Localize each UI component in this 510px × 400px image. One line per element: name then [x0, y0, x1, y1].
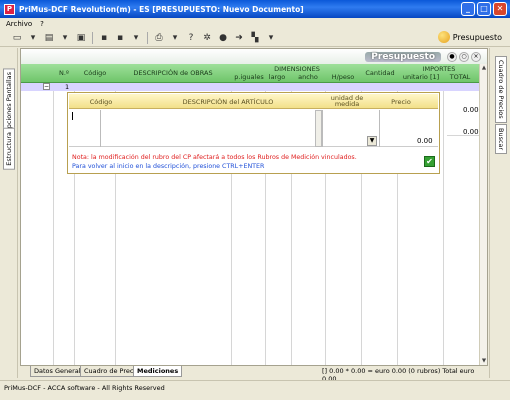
col-total[interactable]: TOTAL — [445, 73, 475, 81]
tab-opciones-pantallas[interactable]: Opciones Pantallas — [3, 68, 15, 138]
table-row[interactable]: − 1 — [21, 83, 479, 91]
close-button[interactable]: ✕ — [493, 2, 507, 16]
maximize-button[interactable]: □ — [477, 2, 491, 16]
col-importes: IMPORTES — [422, 65, 456, 73]
confirm-check-button[interactable]: ✔ — [424, 156, 435, 167]
grid-line — [379, 110, 380, 147]
dropdown-arrow-icon[interactable]: ▾ — [26, 31, 40, 45]
app-icon: P — [4, 3, 15, 15]
article-col-unidad: unidad de medida — [330, 94, 364, 108]
row-total-value: 0.00 — [463, 106, 479, 114]
panel-close-icon[interactable]: × — [471, 51, 481, 62]
tab-buscar[interactable]: Buscar — [495, 124, 507, 155]
grid-line — [443, 83, 444, 365]
text-cursor — [72, 112, 73, 120]
info-icon[interactable]: ● — [216, 31, 230, 45]
menu-archivo[interactable]: Archivo — [6, 20, 32, 28]
tools-icon[interactable]: ✲ — [200, 31, 214, 45]
row-separator — [447, 135, 479, 136]
tab-estructura[interactable]: Estructura — [3, 128, 15, 170]
article-col-codigo: Código — [89, 98, 113, 106]
new-document-icon[interactable]: ▭ — [10, 31, 24, 45]
note-hint: Para volver al inicio en la descripción,… — [72, 163, 265, 170]
description-scrollbar[interactable] — [315, 110, 322, 147]
col-ancho[interactable]: ancho — [295, 73, 321, 81]
dropdown-arrow-icon[interactable]: ▾ — [129, 31, 143, 45]
arrow-icon[interactable]: ➜ — [232, 31, 246, 45]
windows-icon[interactable]: ▚ — [248, 31, 262, 45]
menu-help[interactable]: ? — [40, 20, 44, 28]
status-bar: PriMus-DCF - ACCA software - All Rights … — [0, 380, 510, 400]
article-price-value[interactable]: 0.00 — [417, 137, 433, 145]
note-warning: Nota: la modificación del rubro del CP a… — [72, 154, 357, 161]
col-p-iguales[interactable]: p.iguales — [233, 73, 265, 81]
presupuesto-indicator-label: Presupuesto — [452, 32, 502, 42]
column-header: N.º Código DESCRIPCIÓN de OBRAS DIMENSIO… — [21, 64, 479, 83]
window-title: PriMus-DCF Revolution(m) - ES [PRESUPUES… — [19, 4, 304, 14]
right-rail: Cuadro de Precios Buscar — [489, 48, 510, 378]
save-icon[interactable]: ▪ — [97, 31, 111, 45]
window-controls: _ □ ✕ — [461, 2, 507, 16]
col-num[interactable]: N.º — [55, 69, 73, 77]
vertical-scrollbar[interactable]: ▲ ▼ — [479, 64, 487, 365]
col-dimensiones: DIMENSIONES — [274, 65, 320, 73]
grid-line — [322, 110, 323, 147]
dropdown-arrow-icon[interactable]: ▾ — [264, 31, 278, 45]
grid-line — [100, 110, 101, 147]
scroll-up-icon[interactable]: ▲ — [480, 64, 488, 72]
panel-header: Presupuesto ● ○ × — [21, 49, 487, 64]
panel-options-icon[interactable]: ● — [447, 51, 457, 62]
row-number: 1 — [65, 83, 70, 91]
col-descripcion[interactable]: DESCRIPCIÓN de OBRAS — [117, 69, 229, 77]
toolbar-separator — [92, 31, 93, 44]
unidad-dropdown-icon[interactable]: ▼ — [367, 136, 377, 146]
article-editor-header: Código DESCRIPCIÓN del ARTÍCULO unidad d… — [69, 94, 438, 109]
article-col-descripcion: DESCRIPCIÓN del ARTÍCULO — [182, 98, 274, 106]
save-all-icon[interactable]: ▪ — [113, 31, 127, 45]
article-editor: Código DESCRIPCIÓN del ARTÍCULO unidad d… — [67, 92, 440, 174]
panel-title: Presupuesto — [365, 51, 441, 62]
toolbar: ▭ ▾ ▤ ▾ ▣ ▪ ▪ ▾ ⎙ ▾ ? ✲ ● ➜ ▚ ▾ Presupue… — [0, 29, 510, 47]
minimize-button[interactable]: _ — [461, 2, 475, 16]
article-edit-area: ▼ 0.00 — [69, 110, 438, 147]
title-bar: P PriMus-DCF Revolution(m) - ES [PRESUPU… — [0, 0, 510, 18]
col-cantidad[interactable]: Cantidad — [363, 69, 397, 77]
left-rail: Opciones Pantallas Estructura — [0, 48, 18, 378]
dropdown-arrow-icon[interactable]: ▾ — [168, 31, 182, 45]
collapse-toggle[interactable]: − — [43, 83, 50, 90]
toolbar-separator — [147, 31, 148, 44]
open-folder-icon[interactable]: ▤ — [42, 31, 56, 45]
presupuesto-indicator: Presupuesto — [437, 31, 502, 43]
panel-settings-icon[interactable]: ○ — [459, 51, 469, 62]
tab-mediciones[interactable]: Mediciones — [133, 366, 183, 377]
save-as-icon[interactable]: ▣ — [74, 31, 88, 45]
presupuesto-icon — [437, 31, 450, 43]
print-icon[interactable]: ⎙ — [152, 31, 166, 45]
article-col-precio: Precio — [391, 98, 411, 106]
col-unitario[interactable]: unitario [1] — [399, 73, 443, 81]
col-codigo[interactable]: Código — [77, 69, 113, 77]
bottom-tab-bar: Datos Generales Cuadro de Precios Medici… — [20, 366, 488, 383]
dropdown-arrow-icon[interactable]: ▾ — [58, 31, 72, 45]
grid-line — [53, 83, 54, 365]
scroll-down-icon[interactable]: ▼ — [480, 357, 488, 365]
copyright-text: PriMus-DCF - ACCA software - All Rights … — [4, 384, 165, 392]
col-largo[interactable]: largo — [267, 73, 287, 81]
col-hpeso[interactable]: H/peso — [329, 73, 357, 81]
menu-bar: Archivo ? — [0, 18, 510, 29]
help-icon[interactable]: ? — [184, 31, 198, 45]
tab-cuadro-de-precios[interactable]: Cuadro de Precios — [495, 56, 507, 123]
